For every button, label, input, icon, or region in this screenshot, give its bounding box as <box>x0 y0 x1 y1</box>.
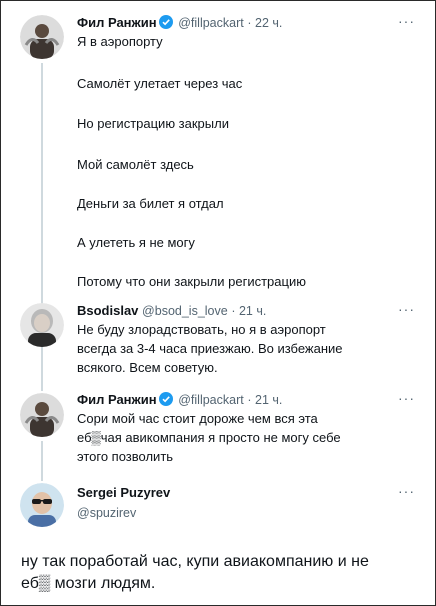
author-name[interactable]: Фил Ранжин <box>77 392 157 407</box>
text-line: Не буду злорадствовать, но я в аэропорт <box>77 322 326 337</box>
more-icon[interactable]: ··· <box>398 390 415 406</box>
text-line: Мой самолёт здесь <box>77 157 194 172</box>
text-line: этого позволить <box>77 449 174 464</box>
text-line: всякого. Всем советую. <box>77 360 218 375</box>
timestamp[interactable]: · 22 ч. <box>247 16 282 30</box>
text-line: Сори мой час стоит дороже чем вся эта <box>77 411 318 426</box>
text-line: Но регистрацию закрыли <box>77 116 229 131</box>
tweet-header: Фил Ранжин @fillpackart · 21 ч. <box>77 392 282 410</box>
text-line: Деньги за билет я отдал <box>77 196 224 211</box>
text-line: Потому что они закрыли регистрацию <box>77 274 306 289</box>
author-handle[interactable]: @spuzirev <box>77 506 136 520</box>
author-name[interactable]: Фил Ранжин <box>77 15 157 30</box>
author-name[interactable]: Bsodislav <box>77 303 138 318</box>
avatar-fil-ranzhin[interactable] <box>20 15 64 59</box>
more-icon[interactable]: ··· <box>398 483 415 499</box>
tweet-subheader: @spuzirev <box>77 505 136 521</box>
timestamp[interactable]: · 21 ч. <box>247 393 282 407</box>
verified-badge-icon <box>158 392 173 410</box>
avatar-fil-ranzhin[interactable] <box>20 393 64 437</box>
tweet-header: Bsodislav @bsod_is_love · 21 ч. <box>77 303 266 319</box>
author-handle[interactable]: @fillpackart <box>178 16 244 30</box>
tweet-text: ну так поработай час, купи авиакомпанию … <box>21 551 421 595</box>
author-handle[interactable]: @bsod_is_love <box>142 304 228 318</box>
text-line: еб▒чая авикомпания я просто не могу себе <box>77 430 341 445</box>
avatar-bsodislav[interactable] <box>20 303 64 347</box>
timestamp[interactable]: · 21 ч. <box>231 304 266 318</box>
tweet-header: Фил Ранжин @fillpackart · 22 ч. <box>77 15 282 33</box>
tweet-header: Sergei Puzyrev <box>77 485 170 501</box>
text-line: Самолёт улетает через час <box>77 76 243 91</box>
author-handle[interactable]: @fillpackart <box>178 393 244 407</box>
verified-badge-icon <box>158 15 173 33</box>
text-line: ну так поработай час, купи авиакомпанию … <box>21 553 369 570</box>
more-icon[interactable]: ··· <box>398 301 415 317</box>
screenshot-frame: Фил Ранжин @fillpackart · 22 ч. ··· Я в … <box>0 0 436 606</box>
author-name[interactable]: Sergei Puzyrev <box>77 485 170 500</box>
text-line: Я в аэропорту <box>77 34 163 49</box>
thread-line <box>41 441 43 481</box>
text-line: всегда за 3-4 часа приезжаю. Во избежани… <box>77 341 343 356</box>
text-line: А улететь я не могу <box>77 235 195 250</box>
avatar-sergei-puzyrev[interactable] <box>20 483 64 527</box>
text-line: еб▒ мозги людям. <box>21 575 156 592</box>
more-icon[interactable]: ··· <box>398 13 415 29</box>
